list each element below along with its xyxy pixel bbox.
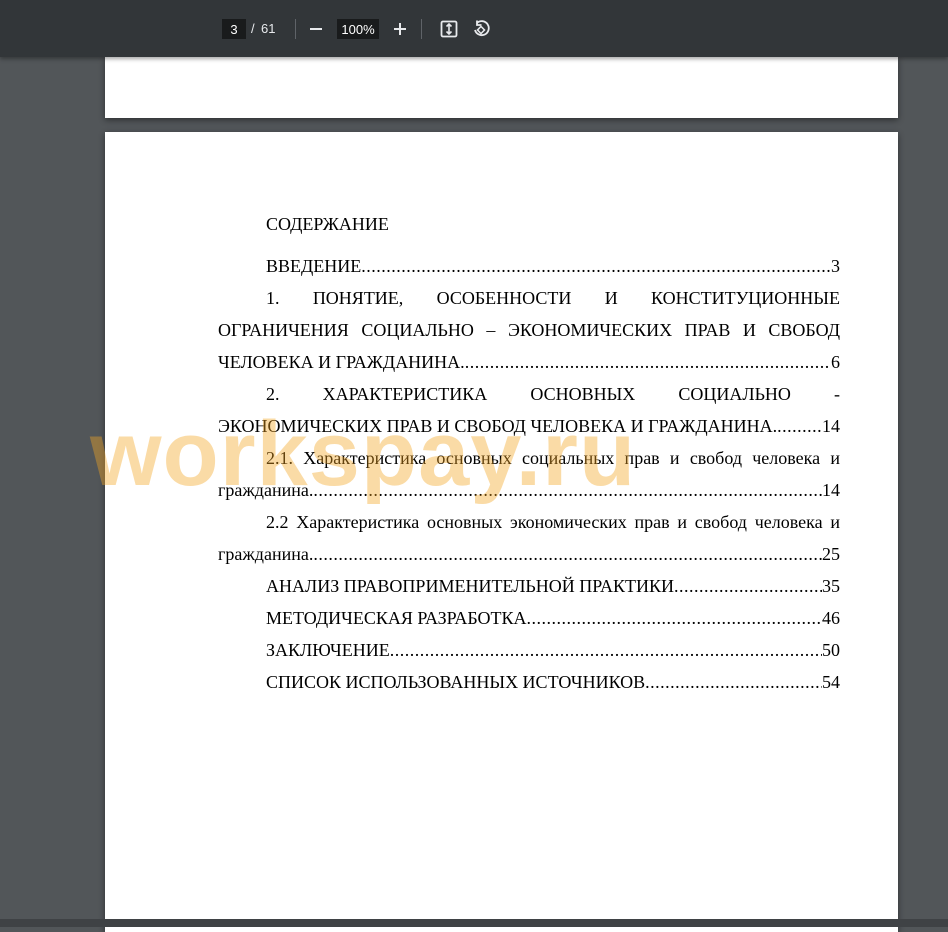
toc-entry-text: ЗАКЛЮЧЕНИЕ (266, 640, 390, 660)
toc-entry[interactable]: гражданина. 25 (218, 538, 840, 570)
toc-entry-line: 2.2 Характеристика основных экономически… (266, 512, 840, 532)
toc-entry-text: гражданина. (218, 480, 314, 500)
toc-entry-text: АНАЛИЗ ПРАВОПРИМЕНИТЕЛЬНОЙ ПРАКТИКИ (266, 576, 674, 596)
toc-leader (645, 666, 822, 698)
rotate-icon (474, 20, 490, 37)
toc-entry-text: ЭКОНОМИЧЕСКИХ ПРАВ И СВОБОД ЧЕЛОВЕКА И Г… (218, 416, 778, 436)
toc-leader (674, 570, 822, 602)
toc-leader (777, 410, 822, 442)
toc-page-number: 25 (822, 544, 840, 564)
zoom-out-button[interactable] (302, 15, 330, 43)
toc-entry[interactable]: МЕТОДИЧЕСКАЯ РАЗРАБОТКА 46 (218, 602, 840, 634)
zoom-input[interactable] (337, 19, 379, 39)
toc-entry[interactable]: ВВЕДЕНИЕ 3 (218, 250, 840, 282)
toc-page-number: 14 (822, 480, 840, 500)
toc-page-number: 46 (822, 608, 840, 628)
viewer-bottom-edge (0, 919, 948, 927)
toc-entry[interactable]: АНАЛИЗ ПРАВОПРИМЕНИТЕЛЬНОЙ ПРАКТИКИ 35 (218, 570, 840, 602)
total-pages: 61 (261, 21, 276, 36)
fit-page-icon (440, 20, 458, 38)
toc-leader (527, 602, 822, 634)
toc-page-number: 50 (822, 640, 840, 660)
page-number-input[interactable] (222, 19, 246, 39)
toc-entry-line: 2. ХАРАКТЕРИСТИКА ОСНОВНЫХ СОЦИАЛЬНО - (266, 384, 840, 404)
pdf-toolbar: / 61 (0, 0, 948, 57)
toc-leader (465, 346, 831, 378)
toc-entry[interactable]: гражданина. 14 (218, 474, 840, 506)
page-separator: / (251, 21, 255, 36)
toc-page-number: 3 (831, 256, 840, 276)
toc-entry-text: ВВЕДЕНИЕ (266, 256, 362, 276)
toolbar-divider (295, 19, 296, 39)
toc-entry[interactable]: СПИСОК ИСПОЛЬЗОВАННЫХ ИСТОЧНИКОВ 54 (218, 666, 840, 698)
toc-entry[interactable]: ЗАКЛЮЧЕНИЕ 50 (218, 634, 840, 666)
toc-entry-line: 1. ПОНЯТИЕ, ОСОБЕННОСТИ И КОНСТИТУЦИОННЫ… (218, 288, 840, 340)
toc-leader (390, 634, 822, 666)
toc-entry-text: МЕТОДИЧЕСКАЯ РАЗРАБОТКА (266, 608, 527, 628)
toc-leader (313, 538, 822, 570)
toc-leader (361, 250, 831, 282)
toc-page-number: 54 (822, 672, 840, 692)
toolbar-divider (421, 19, 422, 39)
previous-page (105, 57, 898, 118)
rotate-button[interactable] (467, 15, 495, 43)
toc-entry[interactable]: ЧЕЛОВЕКА И ГРАЖДАНИНА. 6 (218, 346, 840, 378)
table-of-contents: СОДЕРЖАНИЕ ВВЕДЕНИЕ 3 1. ПОНЯТИЕ, ОСОБЕНН… (218, 208, 840, 698)
current-page: СОДЕРЖАНИЕ ВВЕДЕНИЕ 3 1. ПОНЯТИЕ, ОСОБЕНН… (105, 132, 898, 932)
toc-title: СОДЕРЖАНИЕ (266, 214, 389, 234)
toc-entry-text: ЧЕЛОВЕКА И ГРАЖДАНИНА. (218, 352, 465, 372)
toc-entry-text: СПИСОК ИСПОЛЬЗОВАННЫХ ИСТОЧНИКОВ (266, 672, 646, 692)
toc-entry-text: гражданина. (218, 544, 314, 564)
toc-entry-line: 2.1. Характеристика основных социальных … (266, 448, 840, 468)
toc-page-number: 35 (822, 576, 840, 596)
toc-leader (313, 474, 822, 506)
minus-icon (310, 28, 322, 30)
fit-page-button[interactable] (435, 15, 463, 43)
toc-page-number: 14 (822, 416, 840, 436)
zoom-in-button[interactable] (386, 15, 414, 43)
toc-entry[interactable]: ЭКОНОМИЧЕСКИХ ПРАВ И СВОБОД ЧЕЛОВЕКА И Г… (218, 410, 840, 442)
toc-page-number: 6 (831, 352, 840, 372)
plus-icon (394, 23, 406, 35)
